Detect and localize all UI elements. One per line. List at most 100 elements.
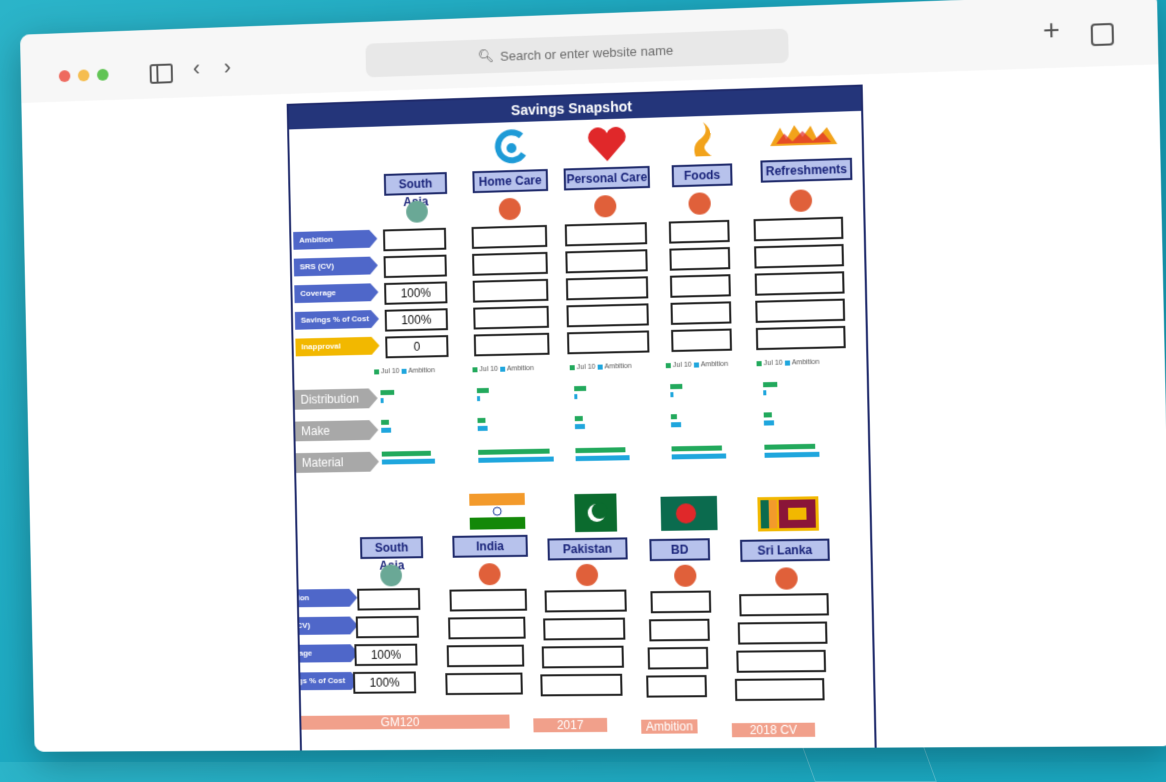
value-cell: [545, 590, 627, 613]
zoom-window-button[interactable]: [97, 69, 109, 81]
value-cell: 0: [385, 335, 448, 358]
bar-jul: [763, 382, 777, 387]
bar-jul: [575, 447, 625, 453]
value-cell: [754, 217, 844, 242]
value-cell: [472, 252, 548, 276]
minimize-window-button[interactable]: [78, 69, 90, 81]
search-icon: 🔍︎: [478, 48, 495, 65]
bar-ambition: [671, 422, 681, 427]
row-label-coverage: Coverage: [287, 644, 351, 663]
header-bd: BD: [649, 538, 710, 561]
bangladesh-flag-icon: [661, 496, 718, 531]
header-refreshments: Refreshments: [760, 158, 852, 183]
value-cell: [449, 589, 527, 612]
header-personal-care: Personal Care: [564, 166, 650, 191]
india-flag-icon: [469, 493, 525, 530]
row-label-srs: SRS (CV): [294, 257, 370, 277]
value-cell: [565, 249, 647, 273]
forward-icon[interactable]: ›: [224, 56, 232, 78]
tabs-overview-icon[interactable]: [1091, 23, 1114, 46]
bar-jul: [575, 416, 583, 421]
close-window-button[interactable]: [59, 70, 71, 82]
header-sri-lanka: Sri Lanka: [740, 539, 830, 562]
value-cell: [646, 675, 707, 698]
category-material: Material: [294, 452, 371, 473]
foods-icon: [689, 120, 716, 161]
status-dot: [576, 564, 598, 586]
bar-jul: [574, 386, 586, 391]
bar-ambition: [670, 392, 673, 397]
header-home-care: Home Care: [472, 169, 548, 193]
bar-ambition: [764, 420, 774, 425]
bar-jul: [764, 444, 815, 450]
value-cell: [670, 274, 731, 298]
value-cell: [565, 222, 647, 246]
value-cell: [756, 326, 846, 350]
header-south-asia: South Asia: [384, 172, 447, 196]
bar-jul: [671, 414, 677, 419]
bar-jul: [477, 418, 485, 423]
chart-legend: Jul 10 Ambition: [666, 361, 728, 369]
bar-ambition: [478, 457, 553, 463]
new-tab-icon[interactable]: +: [1043, 19, 1060, 42]
bar-ambition: [478, 426, 488, 431]
home-care-icon: [493, 128, 529, 165]
row-label-srs: SRS (CV): [287, 617, 351, 636]
browser-window: ‹ › 🔍︎ Search or enter website name + Sa…: [20, 0, 1166, 752]
row-label-savings: Savings % of Cost: [295, 310, 371, 330]
value-cell: [738, 622, 828, 645]
personal-care-icon: [585, 122, 630, 163]
header-pakistan: Pakistan: [547, 537, 627, 560]
value-cell: [540, 674, 622, 697]
refreshments-icon: [768, 122, 840, 150]
status-dot: [479, 563, 501, 585]
status-dot: [789, 189, 812, 212]
value-cell: 100%: [385, 308, 448, 331]
chart-legend: Jul 10 Ambition: [570, 363, 632, 371]
bar-jul: [670, 384, 682, 389]
address-placeholder: Search or enter website name: [500, 42, 673, 63]
row-label-inapproval: Inapproval: [295, 337, 371, 357]
bar-ambition: [382, 459, 435, 465]
value-cell: [473, 306, 549, 330]
value-cell: [383, 228, 446, 252]
status-dot: [499, 198, 521, 221]
value-cell: [357, 588, 420, 611]
header-india: India: [452, 535, 528, 558]
chart-legend: Jul 10 Ambition: [472, 365, 533, 373]
value-cell: 100%: [384, 281, 447, 304]
bar-ambition: [672, 453, 727, 459]
bar-ambition: [763, 390, 766, 395]
value-cell: [649, 619, 710, 642]
row-label-ambition: Ambition: [287, 589, 350, 608]
footer-2017: 2017: [533, 718, 607, 732]
value-cell: [474, 333, 550, 357]
row-label-coverage: Coverage: [294, 283, 370, 303]
bar-jul: [381, 420, 389, 425]
bar-ambition: [574, 394, 577, 399]
value-cell: [735, 678, 825, 701]
chart-legend: Jul 10 Ambition: [756, 359, 819, 367]
bar-jul: [382, 451, 431, 457]
value-cell: [739, 593, 829, 616]
bar-ambition: [477, 396, 480, 401]
value-cell: [356, 616, 419, 638]
address-bar[interactable]: 🔍︎ Search or enter website name: [365, 28, 788, 77]
status-dot: [775, 567, 798, 589]
value-cell: [473, 279, 549, 303]
footer-ambition: Ambition: [641, 719, 698, 733]
footer-gm120: GM120: [291, 715, 509, 730]
bar-ambition: [381, 428, 391, 433]
web-content: Savings Snapshot South Asia Home Care Pe…: [21, 64, 1166, 751]
value-cell: [736, 650, 826, 673]
value-cell: [567, 330, 649, 354]
category-distribution: Distribution: [293, 388, 370, 409]
sidebar-toggle-icon[interactable]: [150, 63, 173, 83]
bar-jul: [477, 388, 489, 393]
value-cell: [755, 271, 845, 295]
sri-lanka-flag-icon: [757, 496, 819, 531]
back-icon[interactable]: ‹: [193, 58, 201, 80]
value-cell: 100%: [354, 644, 417, 666]
value-cell: [384, 255, 447, 278]
row-label-ambition: Ambition: [293, 230, 369, 250]
